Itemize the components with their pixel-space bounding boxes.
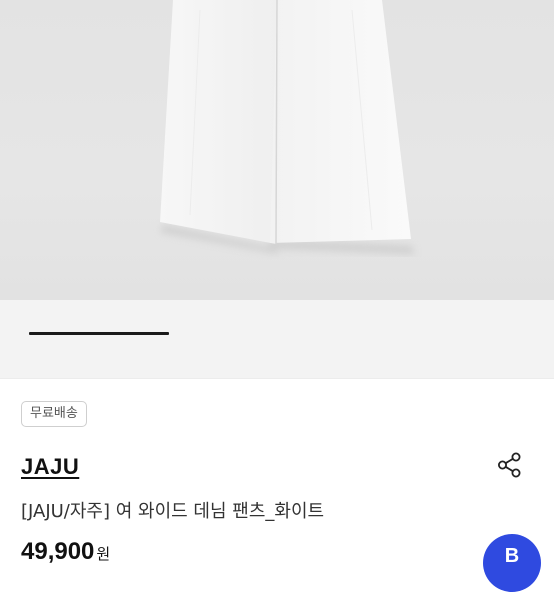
free-shipping-badge: 무료배송 [21,401,87,427]
brand-link[interactable]: JAJU [21,454,79,480]
share-icon[interactable] [496,451,524,479]
divider [0,378,554,379]
carousel-area [0,300,554,378]
product-title: [JAJU/자주] 여 와이드 데님 팬츠_화이트 [21,501,325,522]
price-unit: 원 [96,546,111,563]
pants-image [160,0,414,254]
price-value: 49,900 [21,538,95,565]
carousel-indicator[interactable] [29,332,169,335]
floating-action-button[interactable]: B [483,534,541,592]
product-price: 49,900 원 [21,538,110,566]
product-image[interactable] [0,0,554,300]
